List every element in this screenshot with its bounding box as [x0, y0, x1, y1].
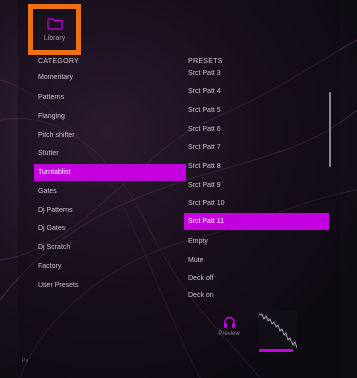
preset-item[interactable]: Srct Patt 9	[184, 177, 329, 194]
category-item[interactable]: Stutter	[34, 145, 186, 162]
category-item[interactable]: Dj Gates	[34, 220, 186, 237]
preset-item[interactable]: Srct Patt 10	[184, 195, 329, 212]
category-item[interactable]: Gates	[34, 183, 186, 200]
preset-item[interactable]: Deck off	[184, 270, 329, 287]
waveform-selection-bar	[259, 349, 293, 352]
preview-button[interactable]: Preview	[214, 316, 244, 348]
library-label: Library	[43, 34, 66, 42]
library-button[interactable]: Library	[28, 4, 81, 55]
preset-item[interactable]: Mute	[184, 252, 329, 269]
preset-item[interactable]: Srct Patt 6	[184, 121, 329, 138]
folder-icon	[46, 17, 63, 30]
preset-item[interactable]: Deck on	[184, 288, 329, 300]
corner-mark: Pa	[22, 358, 29, 364]
preset-item[interactable]: Empty	[184, 233, 329, 250]
category-item[interactable]: Flanging	[34, 108, 186, 125]
category-item[interactable]: Dj Patterns	[34, 202, 186, 219]
category-item[interactable]: Factory	[34, 258, 186, 275]
preview-label: Preview	[218, 331, 240, 337]
preset-scrollbar[interactable]	[329, 92, 331, 167]
headphones-icon	[223, 316, 235, 328]
category-item[interactable]: User Presets	[34, 277, 186, 294]
category-item[interactable]: Pitch shifter	[34, 127, 186, 144]
preset-item[interactable]: Srct Patt 8	[184, 158, 329, 175]
waveform-thumbnail[interactable]	[259, 311, 297, 349]
category-item[interactable]: Momentary	[34, 69, 186, 86]
preset-browser-window: Library CATEGORY PRESETS Momentary Patte…	[0, 0, 357, 378]
category-item-selected[interactable]: Turntablist	[34, 164, 186, 181]
category-heading: CATEGORY	[38, 58, 80, 65]
category-item[interactable]: Dj Scratch	[34, 239, 186, 256]
presets-heading: PRESETS	[188, 58, 223, 65]
preset-item-selected[interactable]: Srct Patt 11	[184, 213, 329, 230]
preset-item[interactable]: Srct Patt 4	[184, 83, 329, 100]
preset-item[interactable]: Srct Patt 3	[184, 65, 329, 82]
preset-item[interactable]: Srct Patt 7	[184, 139, 329, 156]
category-item[interactable]: Patterns	[34, 89, 186, 106]
preset-item[interactable]: Srct Patt 5	[184, 102, 329, 119]
